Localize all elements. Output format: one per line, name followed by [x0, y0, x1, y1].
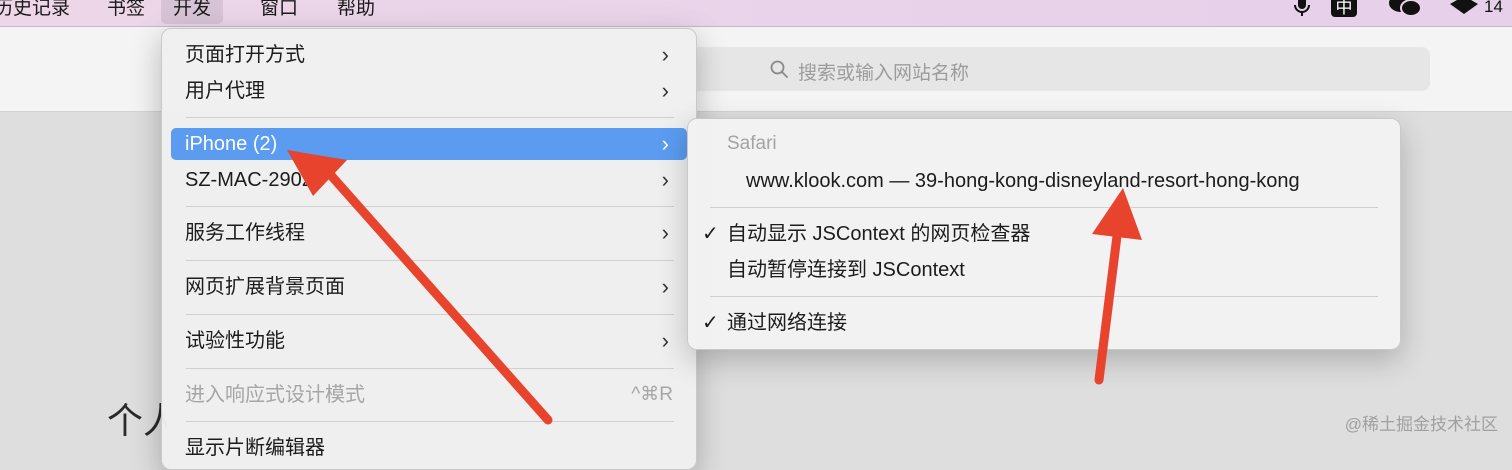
menu-item-label: 网页扩展背景页面 [185, 276, 345, 298]
menu-item-service-workers[interactable]: 服务工作线程 › [171, 217, 687, 249]
submenu-option-label: 自动暂停连接到 JSContext [727, 259, 965, 281]
chevron-right-icon: › [661, 131, 669, 156]
chevron-right-icon: › [661, 42, 669, 67]
search-icon [770, 60, 788, 78]
menu-item-open-page-with[interactable]: 页面打开方式 › [171, 39, 687, 71]
menu-separator [186, 368, 674, 369]
battery-percentage: 14 [1484, 0, 1503, 16]
submenu-auto-show-inspector[interactable]: ✓ 自动显示 JSContext 的网页检查器 [696, 218, 1376, 250]
menu-item-label: 进入响应式设计模式 [185, 384, 365, 406]
develop-menu: 页面打开方式 › 用户代理 › iPhone (2) › SZ-MAC-2902… [161, 28, 697, 470]
menu-item-snippet-editor[interactable]: 显示片断编辑器 [171, 432, 687, 464]
watermark: @稀土掘金技术社区 [1344, 415, 1498, 434]
battery-icon[interactable] [1448, 0, 1482, 24]
page-title: 个人 [107, 400, 167, 441]
svg-text:中: 中 [1336, 0, 1353, 18]
submenu-page-item[interactable]: www.klook.com — 39-hong-kong-disneyland-… [746, 165, 1300, 197]
iphone-submenu: Safari www.klook.com — 39-hong-kong-disn… [687, 118, 1401, 350]
menu-separator [186, 206, 674, 207]
menubar-develop[interactable]: 开发 [161, 0, 224, 24]
menu-item-mac-device[interactable]: SZ-MAC-2902 › [171, 164, 687, 196]
menu-item-shortcut: ^⌘R [631, 384, 673, 405]
submenu-separator [710, 207, 1378, 208]
menu-separator [186, 117, 674, 118]
menu-item-label: 页面打开方式 [185, 44, 305, 66]
menu-item-label: 服务工作线程 [185, 222, 305, 244]
checkmark-icon: ✓ [702, 223, 719, 245]
submenu-auto-pause[interactable]: 自动暂停连接到 JSContext [696, 254, 1376, 286]
menu-item-responsive-design-mode[interactable]: 进入响应式设计模式 ^⌘R [171, 379, 687, 411]
chevron-right-icon: › [661, 220, 669, 245]
menu-item-label: 显示片断编辑器 [185, 437, 325, 459]
submenu-separator [710, 296, 1378, 297]
submenu-option-label: 自动显示 JSContext 的网页检查器 [727, 223, 1031, 245]
menu-separator [186, 421, 674, 422]
menu-item-label: iPhone (2) [185, 133, 278, 155]
submenu-option-label: 通过网络连接 [727, 312, 847, 334]
menu-item-label: 试验性功能 [185, 330, 285, 352]
chevron-right-icon: › [661, 167, 669, 192]
menu-bar: 历史记录 书签 开发 窗口 帮助 中 14 [0, 0, 1512, 27]
wechat-icon[interactable] [1388, 0, 1422, 24]
chevron-right-icon: › [661, 78, 669, 103]
menubar-history[interactable]: 历史记录 [0, 0, 70, 24]
address-bar[interactable]: 搜索或输入网站名称 [690, 47, 1430, 91]
menu-item-iphone[interactable]: iPhone (2) › [171, 128, 687, 160]
menubar-bookmarks[interactable]: 书签 [107, 0, 145, 24]
menu-separator [186, 260, 674, 261]
menubar-help[interactable]: 帮助 [337, 0, 375, 24]
menubar-window[interactable]: 窗口 [260, 0, 298, 24]
microphone-icon[interactable] [1292, 0, 1312, 24]
address-placeholder: 搜索或输入网站名称 [798, 63, 970, 84]
menu-item-experimental-features[interactable]: 试验性功能 › [171, 325, 687, 357]
menu-item-label: 用户代理 [185, 80, 265, 102]
menu-item-user-agent[interactable]: 用户代理 › [171, 75, 687, 107]
chevron-right-icon: › [661, 328, 669, 353]
menu-separator [186, 314, 674, 315]
input-method-icon[interactable]: 中 [1330, 0, 1358, 22]
submenu-section-header: Safari [727, 133, 777, 154]
menu-item-label: SZ-MAC-2902 [185, 169, 313, 191]
checkmark-icon: ✓ [702, 312, 719, 334]
submenu-network-connect[interactable]: ✓ 通过网络连接 [696, 307, 1376, 339]
chevron-right-icon: › [661, 274, 669, 299]
menu-item-extension-background-pages[interactable]: 网页扩展背景页面 › [171, 271, 687, 303]
